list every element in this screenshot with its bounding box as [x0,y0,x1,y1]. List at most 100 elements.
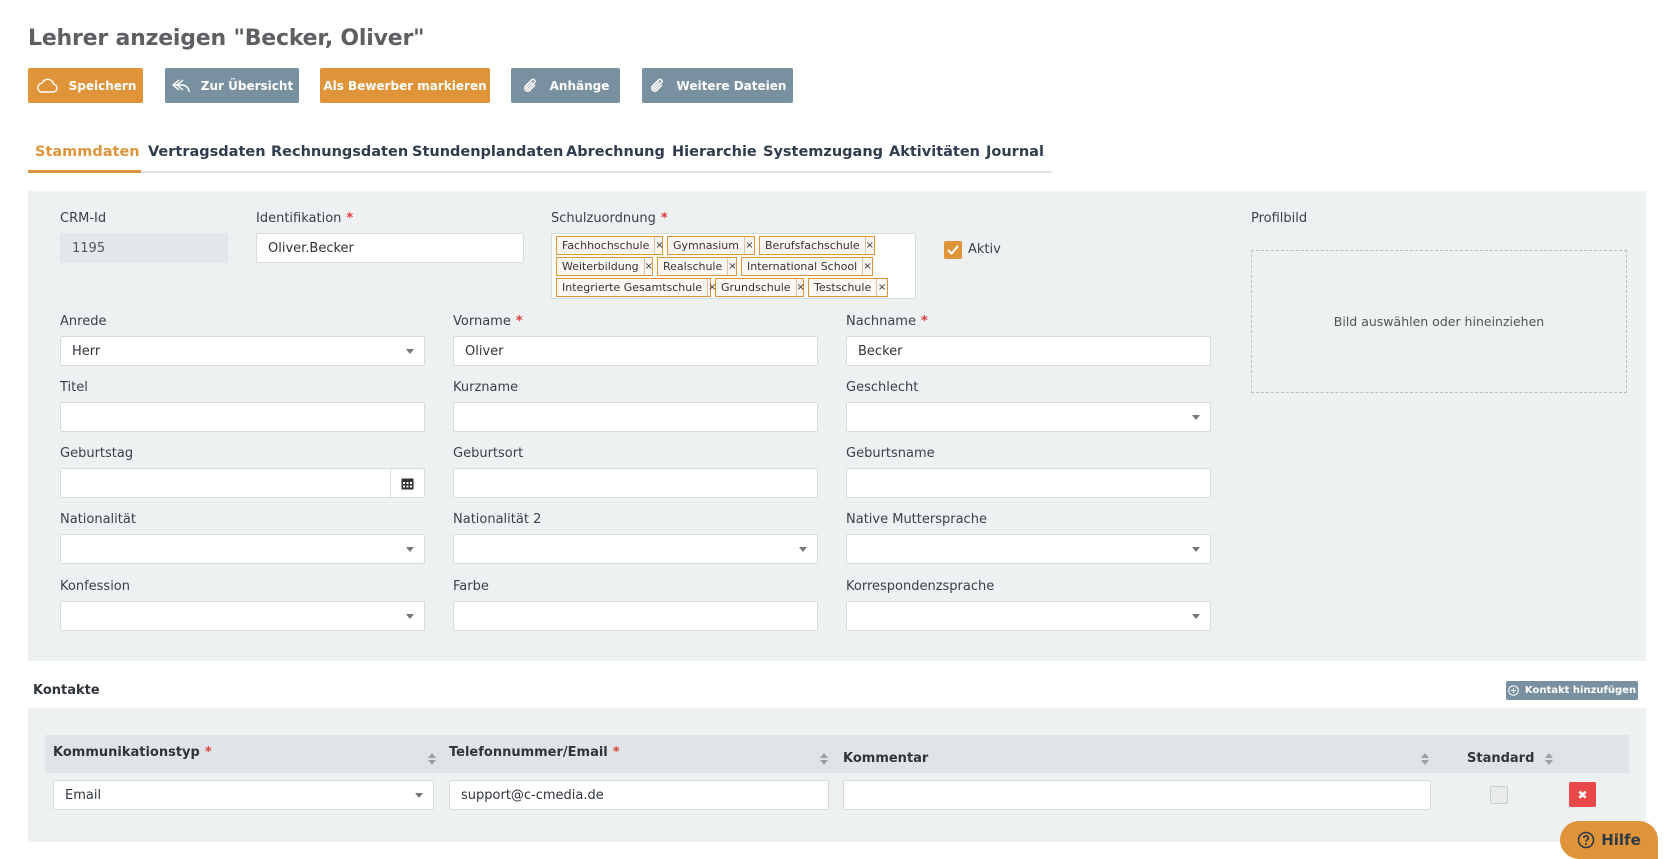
profile-image-dropzone[interactable]: Bild auswählen oder hineinziehen [1251,250,1627,393]
remove-tag-icon[interactable]: × [795,279,805,296]
mark-applicant-button[interactable]: Als Bewerber markieren [320,68,490,103]
geburtsort-label: Geburtsort [453,446,524,461]
korrespondenzsprache-select[interactable] [846,601,1211,631]
delete-contact-button[interactable]: ✖ [1569,782,1596,807]
kurzname-input[interactable] [453,402,818,432]
save-label: Speichern [68,78,137,93]
anrede-select[interactable]: Herr [60,336,425,366]
col-kommunikationstyp[interactable]: Kommunikationstyp * [53,745,212,760]
school-tag: Fachhochschule × [556,236,664,255]
attachments-label: Anhänge [549,78,610,93]
aktiv-label: Aktiv [968,242,1001,257]
muttersprache-select[interactable] [846,534,1211,564]
korrespondenzsprache-label: Korrespondenzsprache [846,579,995,594]
vorname-label: Vorname * [453,314,523,329]
checkmark-icon [947,245,959,255]
tab-journal[interactable]: Journal [986,144,1044,160]
nachname-label: Nachname * [846,314,928,329]
konfession-label: Konfession [60,579,130,594]
sort-icon[interactable] [820,753,828,765]
geburtsort-input[interactable] [453,468,818,498]
more-files-label: Weitere Dateien [676,78,787,93]
cloud-icon [36,78,58,93]
tab-aktivitaeten[interactable]: Aktivitäten [889,144,980,160]
identifikation-label: Identifikation * [256,211,354,226]
titel-input[interactable] [60,402,425,432]
save-button[interactable]: Speichern [28,68,143,103]
muttersprache-label: Native Muttersprache [846,512,987,527]
chevron-down-icon [415,793,423,798]
crm-id-label: CRM-Id [60,211,107,226]
nationalitaet-select[interactable] [60,534,425,564]
school-tag: Testschule × [808,278,888,297]
attachments-button[interactable]: Anhänge [511,68,620,103]
col-kommentar[interactable]: Kommentar [843,751,928,766]
geschlecht-select[interactable] [846,402,1211,432]
help-button[interactable]: Hilfe [1560,821,1658,859]
paperclip-icon [650,78,663,92]
profilbild-label: Profilbild [1251,211,1308,226]
tab-systemzugang[interactable]: Systemzugang [763,144,883,160]
tab-divider [28,171,1052,173]
more-files-button[interactable]: Weitere Dateien [642,68,793,103]
school-tag: Integrierte Gesamtschule × [556,278,716,297]
remove-tag-icon[interactable]: × [727,258,737,275]
contacts-table-header [45,735,1629,773]
school-tag: Weiterbildung × [556,257,653,276]
anrede-label: Anrede [60,314,107,329]
identifikation-input[interactable]: Oliver.Becker [256,233,524,263]
school-tag: International School × [741,257,873,276]
contact-value-input[interactable]: support@c-cmedia.de [449,780,829,810]
sort-icon[interactable] [428,753,436,765]
remove-tag-icon[interactable]: × [864,237,874,254]
school-tag: Berufsfachschule × [759,236,875,255]
contact-type-select[interactable]: Email [53,780,434,810]
aktiv-checkbox[interactable] [944,241,962,259]
add-contact-button[interactable]: Kontakt hinzufügen [1506,681,1638,700]
geburtstag-label: Geburtstag [60,446,134,461]
remove-tag-icon[interactable]: × [643,258,653,275]
remove-tag-icon[interactable]: × [862,258,872,275]
col-telefonnummer[interactable]: Telefonnummer/Email * [449,745,620,760]
remove-tag-icon[interactable]: × [743,237,754,254]
calendar-icon[interactable] [390,469,424,497]
remove-tag-icon[interactable]: × [654,237,664,254]
remove-tag-icon[interactable]: × [876,279,887,296]
contacts-title: Kontakte [33,683,100,698]
nationalitaet2-select[interactable] [453,534,818,564]
mark-applicant-label: Als Bewerber markieren [323,78,487,93]
schulzuordnung-label: Schulzuordnung * [551,211,668,226]
geburtstag-input[interactable] [60,468,425,498]
geschlecht-label: Geschlecht [846,380,919,395]
plus-circle-icon [1508,685,1519,696]
kurzname-label: Kurzname [453,380,519,395]
sort-icon[interactable] [1421,753,1429,765]
geburtsname-label: Geburtsname [846,446,935,461]
nationalitaet2-label: Nationalität 2 [453,512,542,527]
tab-stammdaten[interactable]: Stammdaten [35,144,140,160]
chevron-down-icon [1192,614,1200,619]
sort-icon[interactable] [1545,753,1553,765]
tab-vertragsdaten[interactable]: Vertragsdaten [148,144,266,160]
tab-stundenplandaten[interactable]: Stundenplandaten [412,144,563,160]
overview-button[interactable]: Zur Übersicht [165,68,299,103]
contact-comment-input[interactable] [843,780,1431,810]
vorname-input[interactable]: Oliver [453,336,818,366]
chevron-down-icon [406,614,414,619]
page-title: Lehrer anzeigen "Becker, Oliver" [28,26,425,51]
geburtsname-input[interactable] [846,468,1211,498]
standard-checkbox[interactable] [1490,786,1508,804]
crm-id-field: 1195 [60,233,228,263]
konfession-select[interactable] [60,601,425,631]
tab-hierarchie[interactable]: Hierarchie [672,144,757,160]
col-standard[interactable]: Standard [1467,751,1534,766]
farbe-input[interactable] [453,601,818,631]
tab-rechnungsdaten[interactable]: Rechnungsdaten [271,144,408,160]
nachname-input[interactable]: Becker [846,336,1211,366]
contacts-panel [28,708,1646,842]
chevron-down-icon [406,547,414,552]
school-tag: Grundschule × [715,278,805,297]
tab-abrechnung[interactable]: Abrechnung [566,144,665,160]
overview-label: Zur Übersicht [200,78,294,93]
titel-label: Titel [60,380,88,395]
